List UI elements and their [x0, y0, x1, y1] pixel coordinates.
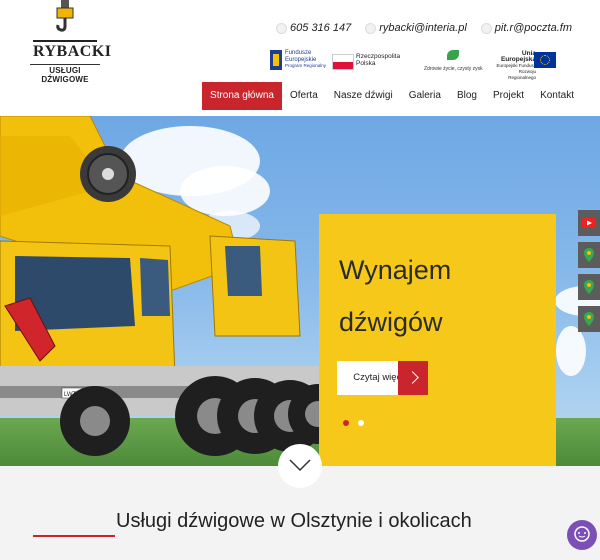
fundusze-europejskie-logo: Fundusze Europejskie Program Regionalny [270, 50, 326, 70]
main-nav: Strona główna Oferta Nasze dźwigi Galeri… [202, 82, 582, 110]
chat-icon [574, 526, 590, 542]
logo-subtitle: USŁUGI DŹWIGOWE [30, 64, 100, 84]
eu-flag-icon [534, 52, 556, 68]
hero-slider: LWT 1100-42 Wynajem dźwigów Czytaj więce… [0, 116, 600, 466]
map-button-1[interactable] [578, 242, 600, 268]
fundusze-icon [270, 50, 282, 70]
scroll-down-button[interactable] [276, 440, 324, 488]
pl-line-1: Rzeczpospolita [356, 53, 401, 60]
map-pin-icon [584, 280, 594, 294]
section-heading: Usługi dźwigowe w Olsztynie i okolicach [116, 510, 472, 532]
arrow-right-icon[interactable] [398, 361, 428, 395]
slider-dots [343, 420, 364, 426]
nav-nasze-dzwigi[interactable]: Nasze dźwigi [326, 82, 401, 110]
mail-icon [365, 22, 377, 34]
nav-kontakt[interactable]: Kontakt [532, 82, 582, 110]
mail-icon [480, 22, 492, 34]
slider-dot-1[interactable] [343, 420, 349, 426]
health-logo: Zdrowie życie, czysty zysk [424, 50, 483, 72]
youtube-icon [582, 218, 596, 228]
nav-galeria[interactable]: Galeria [401, 82, 449, 110]
map-pin-icon [584, 248, 594, 262]
logo[interactable]: RYBACKI USŁUGI DŹWIGOWE [30, 0, 111, 84]
map-button-3[interactable] [578, 306, 600, 332]
header: RYBACKI USŁUGI DŹWIGOWE 605 316 147 ryba… [0, 0, 600, 116]
contact-email-2[interactable]: pit.r@poczta.fm [480, 22, 572, 34]
map-pin-icon [584, 312, 594, 326]
crane-hook-icon [56, 0, 74, 32]
contact-email-1-text: rybacki@interia.pl [379, 22, 467, 34]
map-button-2[interactable] [578, 274, 600, 300]
leaf-icon [447, 50, 460, 60]
ue-line-3: Rozwoju Regionalnego [508, 69, 536, 80]
eu-funding-logos: Fundusze Europejskie Program Regionalny … [270, 48, 560, 80]
side-social-bar [578, 210, 600, 338]
fundusze-line-3: Program Regionalny [285, 63, 327, 69]
hero-title-line-2: dźwigów [339, 307, 443, 337]
heading-accent-line [33, 535, 115, 537]
nav-blog[interactable]: Blog [449, 82, 485, 110]
pl-line-2: Polska [356, 60, 376, 67]
ue-logo-text: Unia Europejska Europejski Fundusz Rozwo… [490, 50, 536, 81]
contact-email-1[interactable]: rybacki@interia.pl [365, 22, 467, 34]
contact-phone[interactable]: 605 316 147 [276, 22, 351, 34]
contact-bar: 605 316 147 rybacki@interia.pl pit.r@poc… [276, 22, 572, 34]
hero-title: Wynajem dźwigów [339, 244, 451, 348]
logo-brand: RYBACKI [33, 40, 111, 64]
contact-phone-text: 605 316 147 [290, 22, 352, 34]
nav-projekt[interactable]: Projekt [485, 82, 532, 110]
phone-icon [276, 22, 288, 34]
contact-email-2-text: pit.r@poczta.fm [494, 22, 572, 34]
youtube-button[interactable] [578, 210, 600, 236]
rzeczpospolita-logo-text: Rzeczpospolita Polska [356, 53, 400, 67]
poland-flag-icon [332, 54, 354, 70]
crane-image: LWT 1100-42 [0, 116, 330, 456]
nav-strona-glowna[interactable]: Strona główna [202, 82, 282, 110]
slider-dot-2[interactable] [358, 420, 364, 426]
hero-card: Wynajem dźwigów Czytaj więcej [319, 214, 556, 466]
ue-line-1: Unia Europejska [500, 50, 536, 63]
health-logo-text: Zdrowie życie, czysty zysk [424, 66, 483, 72]
nav-oferta[interactable]: Oferta [282, 82, 326, 110]
hero-title-line-1: Wynajem [339, 255, 452, 285]
chat-widget-button[interactable] [567, 520, 597, 550]
